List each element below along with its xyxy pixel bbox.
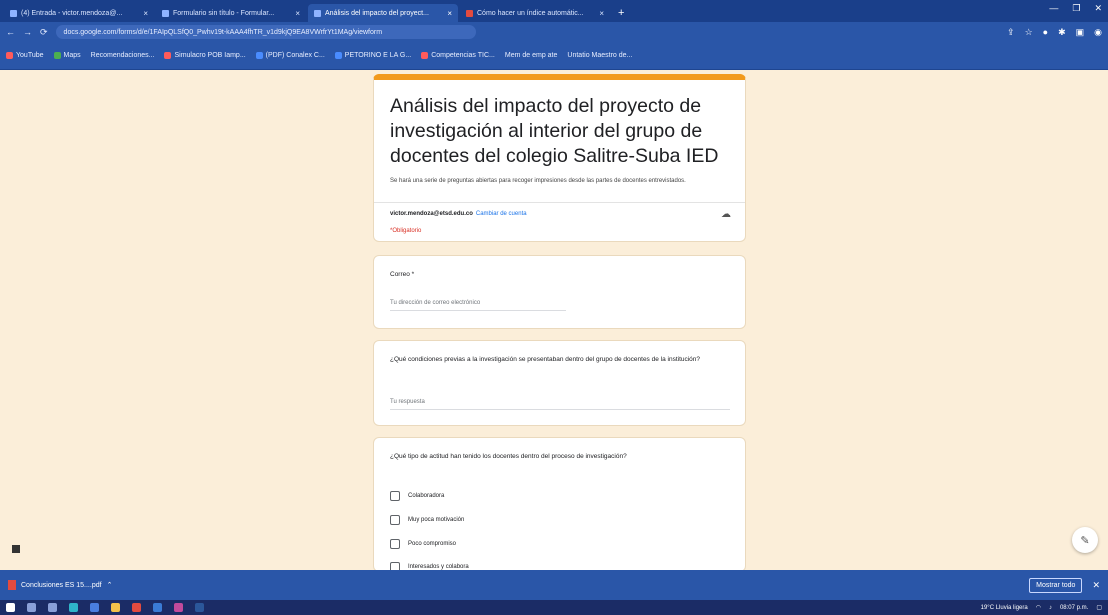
minimize-icon[interactable]: — <box>1049 3 1058 14</box>
bookmark-icon <box>255 52 263 59</box>
question-label: ¿Qué condiciones previas a la investigac… <box>390 356 701 363</box>
account-row: victor.mendoza@etsd.edu.co Cambiar de cue… <box>374 202 745 242</box>
download-file-name: Conclusiones ES 15....pdf <box>21 581 102 589</box>
checkbox[interactable] <box>390 515 400 525</box>
checkbox-option[interactable]: Colaboradora <box>390 491 444 501</box>
extension-icon[interactable]: ● <box>1043 27 1048 38</box>
windows-taskbar: 19°C Lluvia ligera ◠ ♪ 08:07 p.m. ▢ <box>0 600 1108 615</box>
maps-icon <box>53 52 61 59</box>
checkbox[interactable] <box>390 539 400 549</box>
close-tab-icon[interactable]: × <box>599 9 604 18</box>
reload-icon[interactable]: ⟳ <box>40 27 48 38</box>
pdf-icon <box>8 580 16 590</box>
edge-icon[interactable] <box>69 603 78 612</box>
bookmark-icon <box>334 52 342 59</box>
question-label: ¿Qué tipo de actitud han tenido los doce… <box>390 453 627 460</box>
form-title: Análisis del impacto del proyecto de inv… <box>390 95 719 167</box>
question-label: Correo * <box>390 271 415 278</box>
chrome-icon[interactable] <box>132 603 141 612</box>
favicon-icon <box>466 9 473 17</box>
favicon-icon <box>314 9 321 17</box>
bookmark-item[interactable]: (PDF) Conalex C... <box>255 52 325 59</box>
form-header-card: Análisis del impacto del proyecto de inv… <box>373 74 746 242</box>
back-icon[interactable]: ← <box>6 27 15 37</box>
switch-account-link[interactable]: Cambiar de cuenta <box>476 211 527 217</box>
favicon-icon <box>10 9 17 17</box>
task-view-icon[interactable] <box>48 603 57 612</box>
notification-icon[interactable]: ▢ <box>1096 604 1102 611</box>
volume-icon[interactable]: ♪ <box>1049 605 1052 611</box>
new-tab-button[interactable]: + <box>612 4 630 22</box>
cloud-save-icon: ☁ <box>721 209 731 220</box>
checkbox[interactable] <box>390 491 400 501</box>
close-tab-icon[interactable]: × <box>447 9 452 18</box>
show-all-button[interactable]: Mostrar todo <box>1029 577 1083 593</box>
puzzle-icon[interactable]: ✱ <box>1058 27 1066 38</box>
system-tray: 19°C Lluvia ligera ◠ ♪ 08:07 p.m. ▢ <box>981 604 1102 612</box>
bookmark-icon <box>164 52 172 59</box>
bookmark-item[interactable]: YouTube <box>6 52 44 59</box>
store-icon[interactable] <box>90 603 99 612</box>
window-controls: — ❐ ✕ <box>1049 3 1102 14</box>
download-bar: Conclusiones ES 15....pdf ⌃ Mostrar todo… <box>0 570 1108 600</box>
required-note: *Obligatorio <box>390 228 422 234</box>
bookmark-icon <box>421 52 429 59</box>
edit-pencil-icon[interactable]: ✎ <box>1072 527 1098 553</box>
question-card: ¿Qué tipo de actitud han tenido los doce… <box>373 437 746 572</box>
mail-icon[interactable] <box>153 603 162 612</box>
close-tab-icon[interactable]: × <box>295 9 300 18</box>
favicon-icon <box>162 9 169 17</box>
report-icon[interactable] <box>12 545 20 553</box>
youtube-icon <box>6 52 13 59</box>
bookmark-item[interactable]: Mem de emp ate <box>505 52 558 59</box>
browser-tab[interactable]: Formulario sin título - Formular... × <box>156 4 306 22</box>
close-window-icon[interactable]: ✕ <box>1094 3 1102 14</box>
extension-icons: ⇪ ☆ ● ✱ ▣ ◉ <box>1007 27 1102 38</box>
close-tab-icon[interactable]: × <box>143 9 148 18</box>
checkbox-option[interactable]: Muy poca motivación <box>390 515 464 525</box>
form-description: Se hará una serie de preguntas abiertas … <box>390 178 686 184</box>
account-info: victor.mendoza@etsd.edu.co Cambiar de cue… <box>390 211 527 217</box>
url-field[interactable]: docs.google.com/forms/d/e/1FAIpQLSfQ0_Pw… <box>55 25 476 39</box>
bookmark-item[interactable]: Simulacro POB Iamp... <box>164 52 246 59</box>
bookmark-item[interactable]: Recomendaciones... <box>91 52 155 59</box>
question-card: Correo * Tu dirección de correo electrón… <box>373 255 746 329</box>
browser-tab[interactable]: Cómo hacer un índice automátic... × <box>460 4 610 22</box>
maximize-icon[interactable]: ❐ <box>1072 3 1080 14</box>
bookmarks-bar: YouTube Maps Recomendaciones... Simulacr… <box>0 42 1108 70</box>
word-icon[interactable] <box>195 603 204 612</box>
wifi-icon[interactable]: ◠ <box>1036 604 1041 611</box>
browser-tab-active[interactable]: Análisis del impacto del proyect... × <box>308 4 458 22</box>
star-icon[interactable]: ☆ <box>1025 27 1033 38</box>
answer-field[interactable]: Tu respuesta <box>390 399 730 410</box>
checkbox-option[interactable]: Poco compromiso <box>390 539 456 549</box>
bookmark-item[interactable]: Maps <box>53 52 81 59</box>
app-icon[interactable] <box>174 603 183 612</box>
clock[interactable]: 08:07 p.m. <box>1060 605 1088 611</box>
search-icon[interactable] <box>27 603 36 612</box>
bookmark-item[interactable]: Untatio Maestro de... <box>567 52 632 59</box>
close-icon[interactable]: ✕ <box>1092 580 1100 591</box>
bookmark-item[interactable]: PETORINO E LA G... <box>334 52 411 59</box>
account-email: victor.mendoza@etsd.edu.co <box>390 211 473 217</box>
share-icon[interactable]: ⇪ <box>1007 27 1015 38</box>
question-card: ¿Qué condiciones previas a la investigac… <box>373 340 746 426</box>
chevron-up-icon[interactable]: ⌃ <box>107 581 113 589</box>
explorer-icon[interactable] <box>111 603 120 612</box>
address-bar: ← → ⟳ docs.google.com/forms/d/e/1FAIpQLS… <box>0 22 1108 42</box>
download-item[interactable]: Conclusiones ES 15....pdf ⌃ <box>8 580 112 590</box>
browser-tab[interactable]: (4) Entrada - victor.mendoza@... × <box>4 4 154 22</box>
sidebar-icon[interactable]: ▣ <box>1076 27 1085 38</box>
tab-bar: (4) Entrada - victor.mendoza@... × Formul… <box>0 0 1108 22</box>
email-field[interactable]: Tu dirección de correo electrónico <box>390 300 566 311</box>
bookmark-item[interactable]: Competencias TIC... <box>421 52 495 59</box>
profile-icon[interactable]: ◉ <box>1094 27 1102 38</box>
forward-icon[interactable]: → <box>23 27 32 37</box>
weather-status[interactable]: 19°C Lluvia ligera <box>981 605 1028 611</box>
windows-start-icon[interactable] <box>6 603 15 612</box>
